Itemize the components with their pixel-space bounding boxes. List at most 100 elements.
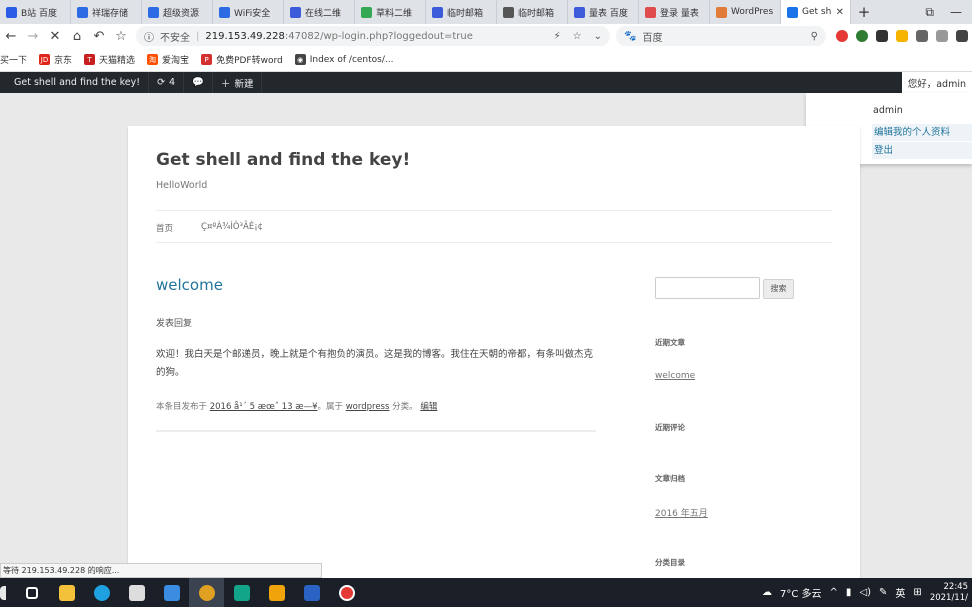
pen-icon[interactable]: ✎ [879, 587, 887, 598]
network-icon[interactable]: ▮ [846, 587, 852, 598]
sidebar-search-button[interactable]: 搜索 [763, 279, 794, 299]
adminbar-site-name[interactable]: Get shell and find the key! [0, 72, 150, 93]
tab-active[interactable]: Get sh ✕ [781, 0, 851, 24]
chrome-icon[interactable] [189, 578, 224, 607]
archives-heading: 文章归档 [655, 474, 685, 483]
ime-mode-icon[interactable]: ⊞ [913, 587, 921, 598]
archive-link[interactable]: 2016 年五月 [655, 506, 708, 519]
home-icon[interactable]: ⌂ [66, 29, 88, 44]
tab-label: B站 百度 [21, 8, 58, 19]
store-icon[interactable] [119, 578, 154, 607]
adminbar-comments[interactable]: 💬 [184, 72, 213, 93]
tab[interactable]: B站 百度 [0, 0, 71, 24]
mail-icon[interactable] [154, 578, 189, 607]
tab[interactable]: WordPres [710, 0, 781, 24]
edit-link[interactable]: 编辑 [420, 402, 437, 412]
extension-icon[interactable] [876, 30, 888, 42]
tab-search-icon[interactable]: ⧉ [925, 5, 934, 20]
logout-link[interactable]: 登出 [872, 142, 972, 159]
tab[interactable]: 草料二维 [355, 0, 426, 24]
tab-label: WordPres [731, 7, 774, 17]
chevron-up-icon[interactable]: ^ [830, 587, 838, 598]
clock[interactable]: 22:45 2021/11/ [930, 582, 968, 604]
edit-profile-link[interactable]: 编辑我的个人资料 [872, 124, 972, 141]
search-box[interactable]: 🐾 百度 ⚲ [616, 26, 826, 46]
file-explorer-icon[interactable] [49, 578, 84, 607]
apps-icon[interactable] [896, 30, 908, 42]
publisher-icon[interactable] [224, 578, 259, 607]
star-icon[interactable]: ☆ [573, 31, 582, 42]
chevron-down-icon[interactable]: ⌄ [594, 31, 602, 42]
tab[interactable]: 登录 量表 [639, 0, 710, 24]
extension-icon[interactable] [836, 30, 848, 42]
info-icon[interactable]: ⓘ [144, 29, 154, 44]
bookmark-item[interactable]: 淘爱淘宝 [147, 53, 189, 66]
ime-label[interactable]: 英 [895, 585, 905, 600]
tab[interactable]: 量表 百度 [568, 0, 639, 24]
window-controls: ⧉ — [925, 5, 972, 20]
tab[interactable]: 临时邮箱 [497, 0, 568, 24]
close-tab-icon[interactable]: ✕ [836, 7, 844, 18]
plus-icon: ＋ [220, 78, 231, 90]
new-tab-button[interactable]: + [851, 3, 877, 21]
category-link[interactable]: wordpress [346, 402, 390, 412]
extension-icon[interactable] [856, 30, 868, 42]
recent-post-link[interactable]: welcome [655, 371, 695, 381]
extension-icon[interactable] [936, 30, 948, 42]
forward-icon[interactable]: → [22, 29, 44, 44]
post-content: 欢迎！我白天是个邮递员，晚上就是个有抱负的演员。这是我的博客。我住在天朝的帝都，… [156, 349, 594, 378]
adminbar-my-account[interactable]: 您好，admin [901, 72, 972, 93]
bookmark-item[interactable]: P 免费PDF转word [201, 53, 283, 66]
tabs: B站 百度 祥瑞存储 超级资源 WiFi安全 在线二维 草料二维 临时邮箱 临时邮箱 量表 百度… [0, 0, 851, 24]
bookmark-item[interactable]: 买一下 [0, 53, 27, 66]
taskbar-apps [0, 578, 364, 607]
tab[interactable]: WiFi安全 [213, 0, 284, 24]
undo-icon[interactable]: ↶ [88, 29, 110, 44]
edge-icon[interactable] [84, 578, 119, 607]
bookmark-item[interactable]: ◉ Index of /centos/... [294, 54, 393, 65]
tab-favicon-icon [219, 6, 230, 18]
cloud-icon: ☁ [762, 587, 772, 598]
weather-label[interactable]: 7°C 多云 [780, 585, 822, 600]
post-title[interactable]: welcome [156, 276, 223, 294]
tab[interactable]: 祥瑞存储 [71, 0, 142, 24]
address-bar[interactable]: ⓘ 不安全 | 219.153.49.228:47082/wp-login.ph… [136, 26, 610, 46]
tab-label: 登录 量表 [660, 8, 699, 19]
tab[interactable]: 在线二维 [284, 0, 355, 24]
tab[interactable]: 临时邮箱 [426, 0, 497, 24]
bookmark-star-icon[interactable]: ☆ [110, 29, 132, 44]
bookmark-label: 爱淘宝 [162, 56, 190, 66]
bookmark-favicon-icon: T [84, 54, 96, 65]
menu-item-home[interactable]: 首页 [156, 222, 173, 234]
tab-favicon-icon [574, 6, 585, 18]
comment-link[interactable]: 发表回复 [156, 316, 192, 329]
bookmark-item[interactable]: JD 京东 [39, 53, 72, 66]
recent-comments-heading: 近期评论 [655, 423, 685, 432]
tab[interactable]: 超级资源 [142, 0, 213, 24]
divider [156, 242, 832, 243]
site-title[interactable]: Get shell and find the key! [156, 150, 410, 170]
extension-icon[interactable] [956, 30, 968, 42]
back-icon[interactable]: ← [0, 29, 22, 44]
stop-icon[interactable]: ✕ [44, 29, 66, 44]
bookmark-item[interactable]: T 天猫精选 [84, 53, 135, 66]
post-date-link[interactable]: 2016 å¹´ 5 æœˆ 13 æ—¥ [210, 402, 318, 412]
lightning-icon[interactable]: ⚡ [554, 31, 561, 42]
account-name[interactable]: admin [873, 105, 903, 116]
adminbar-new[interactable]: ＋ 新建 [213, 72, 263, 93]
volume-icon[interactable]: ◁) [859, 587, 871, 598]
taskbar: ☁ 7°C 多云 ^ ▮ ◁) ✎ 英 ⊞ 22:45 2021/11/ [0, 578, 972, 607]
menu-item-sample-page[interactable]: Ç¤ºÀ¾ÌÒ³ÃÈ¡¢ [201, 222, 263, 234]
app-icon[interactable] [259, 578, 294, 607]
search-icon[interactable]: ⚲ [811, 31, 818, 42]
record-icon[interactable] [329, 578, 364, 607]
scissors-icon[interactable] [916, 30, 928, 42]
word-icon[interactable] [294, 578, 329, 607]
sidebar-search-input[interactable] [655, 277, 760, 299]
bookmark-favicon-icon: 淘 [147, 54, 159, 65]
minimize-icon[interactable]: — [950, 5, 962, 20]
task-view-icon[interactable] [14, 578, 49, 607]
search-icon[interactable] [0, 578, 14, 607]
adminbar-updates[interactable]: ⟳ 4 [149, 72, 185, 93]
tab-label: 草料二维 [376, 8, 413, 19]
